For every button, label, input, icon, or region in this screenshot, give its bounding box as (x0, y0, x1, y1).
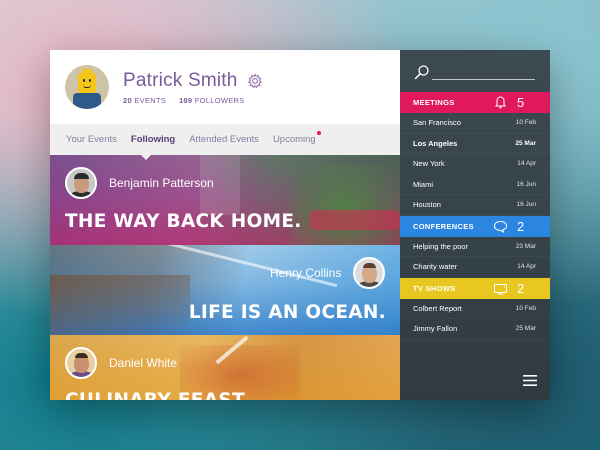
notification-dot (316, 131, 321, 135)
gear-icon[interactable] (247, 72, 263, 89)
section-count: 5 (517, 95, 525, 110)
person-name: Henry Collins (270, 266, 342, 280)
tab-your-events[interactable]: Your Events (66, 134, 117, 145)
event-title: THE WAY BACK HOME. (65, 211, 302, 232)
bell-icon (495, 96, 506, 109)
feed-card[interactable]: Benjamin Patterson THE WAY BACK HOME. (50, 155, 400, 245)
section-conferences-header[interactable]: CONFERENCES 2 (400, 215, 550, 237)
list-item[interactable]: San Francisco 10 Feb (400, 113, 550, 134)
conferences-list: Helping the poor 23 Mar Charity water 14 A… (400, 237, 550, 278)
section-title: TV SHOWS (413, 283, 456, 293)
section-meetings-header[interactable]: MEETINGS 5 (400, 92, 550, 113)
followers-label: FOLLOWERS (194, 95, 245, 105)
feed-card[interactable]: Daniel White CULINARY FEAST (50, 335, 400, 400)
followers-count: 189 (178, 95, 193, 105)
section-tv-shows-header[interactable]: TV SHOWS 2 (400, 277, 550, 299)
tab-attended-events[interactable]: Attended Events (189, 134, 259, 145)
events-count: 20 (123, 95, 132, 105)
section-title: CONFERENCES (413, 221, 474, 231)
main-panel: Patrick Smith 20 EVENTS 189 FOLLOWERS Yo… (50, 50, 400, 400)
avatar[interactable] (65, 347, 97, 379)
search-input[interactable] (432, 79, 535, 80)
person-name: Benjamin Patterson (109, 176, 214, 190)
section-count: 2 (517, 218, 525, 234)
list-item[interactable]: Jimmy Fallon 25 Mar (400, 319, 550, 340)
hamburger-menu-icon[interactable] (523, 375, 537, 386)
list-item[interactable]: Charity water 14 Apr (400, 257, 550, 278)
profile-name: Patrick Smith (123, 69, 238, 91)
section-count: 2 (517, 280, 525, 296)
tab-following[interactable]: Following (131, 134, 175, 145)
list-item[interactable]: Los Angeles 25 Mar (400, 134, 550, 154)
sidebar: MEETINGS 5 San Francisco 10 Feb Los Angel… (400, 50, 550, 400)
list-item[interactable]: Colbert Report 10 Feb (400, 299, 550, 319)
section-title: MEETINGS (413, 98, 455, 107)
feed-card[interactable]: Henry Collins LIFE IS AN OCEAN. (50, 245, 400, 335)
tab-bar: Your Events Following Attended Events Up… (50, 124, 400, 160)
profile-stats: 20 EVENTS 189 FOLLOWERS (123, 96, 263, 105)
tab-upcoming-label: Upcoming (272, 134, 316, 145)
avatar[interactable] (65, 167, 97, 199)
list-item[interactable]: Miami 16 Jun (400, 175, 550, 195)
avatar[interactable] (353, 257, 386, 289)
app-window: Patrick Smith 20 EVENTS 189 FOLLOWERS Yo… (50, 50, 550, 400)
tv-icon (494, 283, 507, 294)
events-label: EVENTS (134, 95, 167, 105)
avatar[interactable] (65, 65, 109, 109)
tv-shows-list: Colbert Report 10 Feb Jimmy Fallon 25 Mar (400, 299, 550, 340)
list-item[interactable]: Houston 16 Jun (400, 195, 550, 216)
list-item[interactable]: Helping the poor 23 Mar (400, 237, 550, 257)
event-title: CULINARY FEAST (65, 390, 245, 400)
person-name: Daniel White (109, 356, 178, 370)
search-bar[interactable] (400, 50, 550, 92)
meetings-list: San Francisco 10 Feb Los Angeles 25 Mar Ne… (400, 113, 550, 216)
profile-header: Patrick Smith 20 EVENTS 189 FOLLOWERS (50, 50, 400, 124)
active-tab-pointer (140, 154, 152, 160)
list-item[interactable]: New York 14 Apr (400, 154, 550, 175)
event-title: LIFE IS AN OCEAN. (188, 302, 386, 323)
tab-upcoming[interactable]: Upcoming (272, 131, 321, 145)
search-icon[interactable] (414, 64, 430, 80)
speech-bubble-icon (493, 220, 508, 233)
